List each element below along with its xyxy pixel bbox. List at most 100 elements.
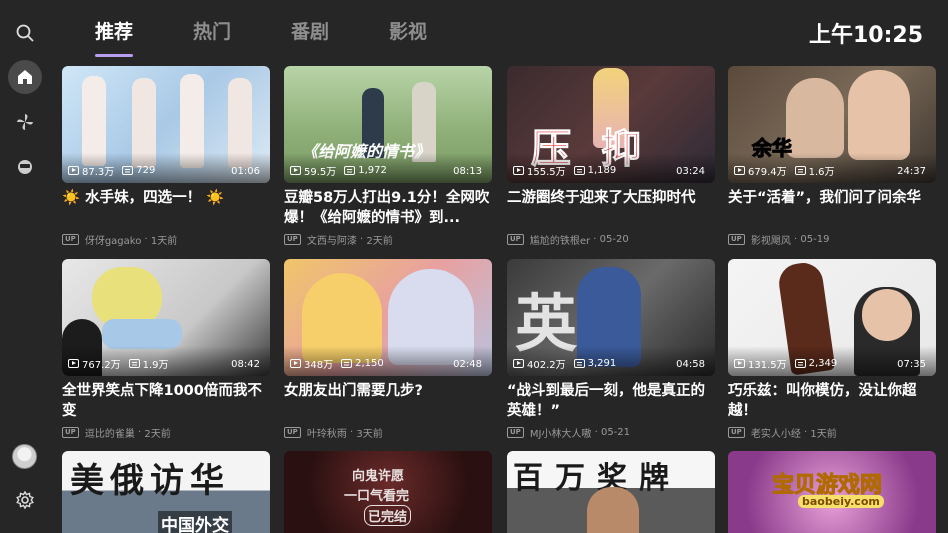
author-name: 尴尬的铁根er xyxy=(529,236,591,247)
duration: 03:24 xyxy=(676,166,705,177)
danmaku-count: 2,349 xyxy=(808,358,838,369)
play-count-icon xyxy=(290,166,301,175)
play-count-icon xyxy=(513,166,524,175)
duration: 08:42 xyxy=(231,359,260,370)
view-count: 767.2万 xyxy=(82,360,121,371)
publish-date: 05-21 xyxy=(600,427,631,438)
publish-date: 05-20 xyxy=(599,234,629,245)
author-name: 逗比的雀巢 xyxy=(84,429,135,440)
thumbnail-caption-secondary: 一口气看完 xyxy=(344,489,410,504)
up-badge-icon: UP xyxy=(728,234,745,245)
video-card[interactable]: 131.5万 2,349 07:35 巧乐兹：叫你模仿，没让你超越！ UP 老实人小… xyxy=(728,259,936,440)
play-count-icon xyxy=(290,359,301,368)
danmaku-count: 729 xyxy=(136,165,156,176)
author-name: MJ小林大人嗷 xyxy=(529,429,592,440)
play-count-icon xyxy=(734,166,745,175)
video-thumbnail[interactable]: 压抑 155.5万 1,189 03:24 xyxy=(507,66,715,183)
watermark-url: baobeiy.com xyxy=(798,495,884,508)
video-thumbnail[interactable]: 美俄访华 中国外交 xyxy=(62,451,270,533)
danmaku-count: 2,150 xyxy=(355,358,384,369)
video-card[interactable]: 767.2万 1.9万 08:42 全世界笑点下降1000倍而我不变 UP 逗比的雀… xyxy=(62,259,270,440)
danmaku-icon xyxy=(573,359,585,368)
danmaku-count: 1.9万 xyxy=(142,360,169,371)
up-badge-icon: UP xyxy=(284,427,301,438)
gear-icon[interactable] xyxy=(8,483,42,517)
video-thumbnail[interactable]: 宝贝游戏网 baobeiy.com xyxy=(728,451,936,533)
danmaku-count: 3,291 xyxy=(587,358,617,369)
danmaku-count: 1.6万 xyxy=(808,167,835,178)
tab-anime[interactable]: 番剧 xyxy=(291,18,329,50)
video-thumbnail[interactable]: 87.3万 729 01:06 xyxy=(62,66,270,183)
danmaku-icon xyxy=(573,166,585,175)
danmaku-count: 1,189 xyxy=(587,165,617,176)
duration: 08:13 xyxy=(453,166,482,177)
video-card[interactable]: 百万奖牌 xyxy=(507,451,715,533)
up-badge-icon: UP xyxy=(62,234,79,245)
duration: 02:48 xyxy=(453,359,482,370)
video-thumbnail[interactable]: 《给阿嬷的情书》 59.5万 1,972 08:13 xyxy=(284,66,492,183)
duration: 04:58 xyxy=(676,359,705,370)
author-name: 文西与阿漆 xyxy=(306,236,357,247)
up-badge-icon: UP xyxy=(507,427,524,438)
home-icon[interactable] xyxy=(8,60,42,94)
danmaku-icon xyxy=(122,166,134,175)
view-count: 131.5万 xyxy=(748,360,787,371)
author-name: 影视飓风 xyxy=(750,236,791,247)
video-thumbnail[interactable]: 348万 2,150 02:48 xyxy=(284,259,492,376)
video-card[interactable]: 英雄 402.2万3,291 04:58 “战斗到最后一刻，他是真正的英雄！” … xyxy=(507,259,715,440)
video-card[interactable]: 向鬼许愿 一口气看完 已完结 xyxy=(284,451,492,533)
danmaku-icon xyxy=(341,359,353,368)
video-thumbnail[interactable]: 向鬼许愿 一口气看完 已完结 xyxy=(284,451,492,533)
up-badge-icon: UP xyxy=(284,234,301,245)
video-title: 关于“活着”，我们问了问余华 xyxy=(728,190,922,206)
pinwheel-icon[interactable] xyxy=(8,105,42,139)
danmaku-count: 1,972 xyxy=(358,165,387,176)
play-count-icon xyxy=(68,166,79,175)
avatar[interactable] xyxy=(12,444,37,469)
danmaku-icon xyxy=(794,166,806,175)
duration: 01:06 xyxy=(231,166,260,177)
video-thumbnail[interactable]: 余华 679.4万 1.6万 24:37 xyxy=(728,66,936,183)
view-count: 402.2万 xyxy=(527,360,566,371)
author-name: 老实人小经 xyxy=(750,429,801,440)
author-name: 伢伢gagako xyxy=(84,236,142,247)
publish-date: 05-19 xyxy=(800,234,830,245)
clock: 上午10:25 xyxy=(808,23,923,48)
thumbnail-caption: 向鬼许愿 xyxy=(352,469,405,484)
thumbnail-caption: 美俄访华 xyxy=(70,461,230,501)
video-card[interactable]: 压抑 155.5万 1,189 03:24 二游圈终于迎来了大压抑时代 UP 尴尬的… xyxy=(507,66,715,247)
video-card[interactable]: 《给阿嬷的情书》 59.5万 1,972 08:13 豆瓣58万人打出9.1分！全… xyxy=(284,66,492,247)
view-count: 59.5万 xyxy=(304,167,337,178)
sidebar xyxy=(0,0,50,533)
video-card[interactable]: 87.3万 729 01:06 ☀️ 水手妹，四选一！ ☀️ UP 伢伢gagako… xyxy=(62,66,270,247)
up-badge-icon: UP xyxy=(507,234,524,245)
video-card[interactable]: 美俄访华 中国外交 xyxy=(62,451,270,533)
video-thumbnail[interactable]: 百万奖牌 xyxy=(507,451,715,533)
publish-date: 3天前 xyxy=(356,429,383,440)
up-badge-icon: UP xyxy=(62,427,79,438)
play-count-icon xyxy=(68,359,79,368)
video-title: ☀️ 水手妹，四选一！ ☀️ xyxy=(62,190,225,206)
publish-date: 2天前 xyxy=(144,429,171,440)
publish-date: 2天前 xyxy=(366,236,393,247)
video-card[interactable]: 348万 2,150 02:48 女朋友出门需要几步? UP 叶玲秋雨 · 3天前 xyxy=(284,259,492,440)
thumbnail-badge: 已完结 xyxy=(364,505,412,526)
tab-hot[interactable]: 热门 xyxy=(193,18,231,50)
bilibili-tv-icon[interactable] xyxy=(8,149,42,183)
video-thumbnail[interactable]: 131.5万 2,349 07:35 xyxy=(728,259,936,376)
view-count: 679.4万 xyxy=(748,167,787,178)
tab-movies[interactable]: 影视 xyxy=(389,18,427,50)
danmaku-icon xyxy=(128,359,140,368)
video-thumbnail[interactable]: 767.2万 1.9万 08:42 xyxy=(62,259,270,376)
video-thumbnail[interactable]: 英雄 402.2万3,291 04:58 xyxy=(507,259,715,376)
search-icon[interactable] xyxy=(8,16,42,50)
tab-recommend[interactable]: 推荐 xyxy=(95,18,134,57)
video-title: 二游圈终于迎来了大压抑时代 xyxy=(507,190,696,206)
up-badge-icon: UP xyxy=(728,427,745,438)
view-count: 87.3万 xyxy=(82,167,115,178)
video-title: 女朋友出门需要几步? xyxy=(284,383,423,399)
video-card[interactable]: 宝贝游戏网 baobeiy.com xyxy=(728,451,936,533)
video-card[interactable]: 余华 679.4万 1.6万 24:37 关于“活着”，我们问了问余华 UP 影视飓… xyxy=(728,66,936,247)
publish-date: 1天前 xyxy=(150,236,178,247)
danmaku-icon xyxy=(344,166,356,175)
